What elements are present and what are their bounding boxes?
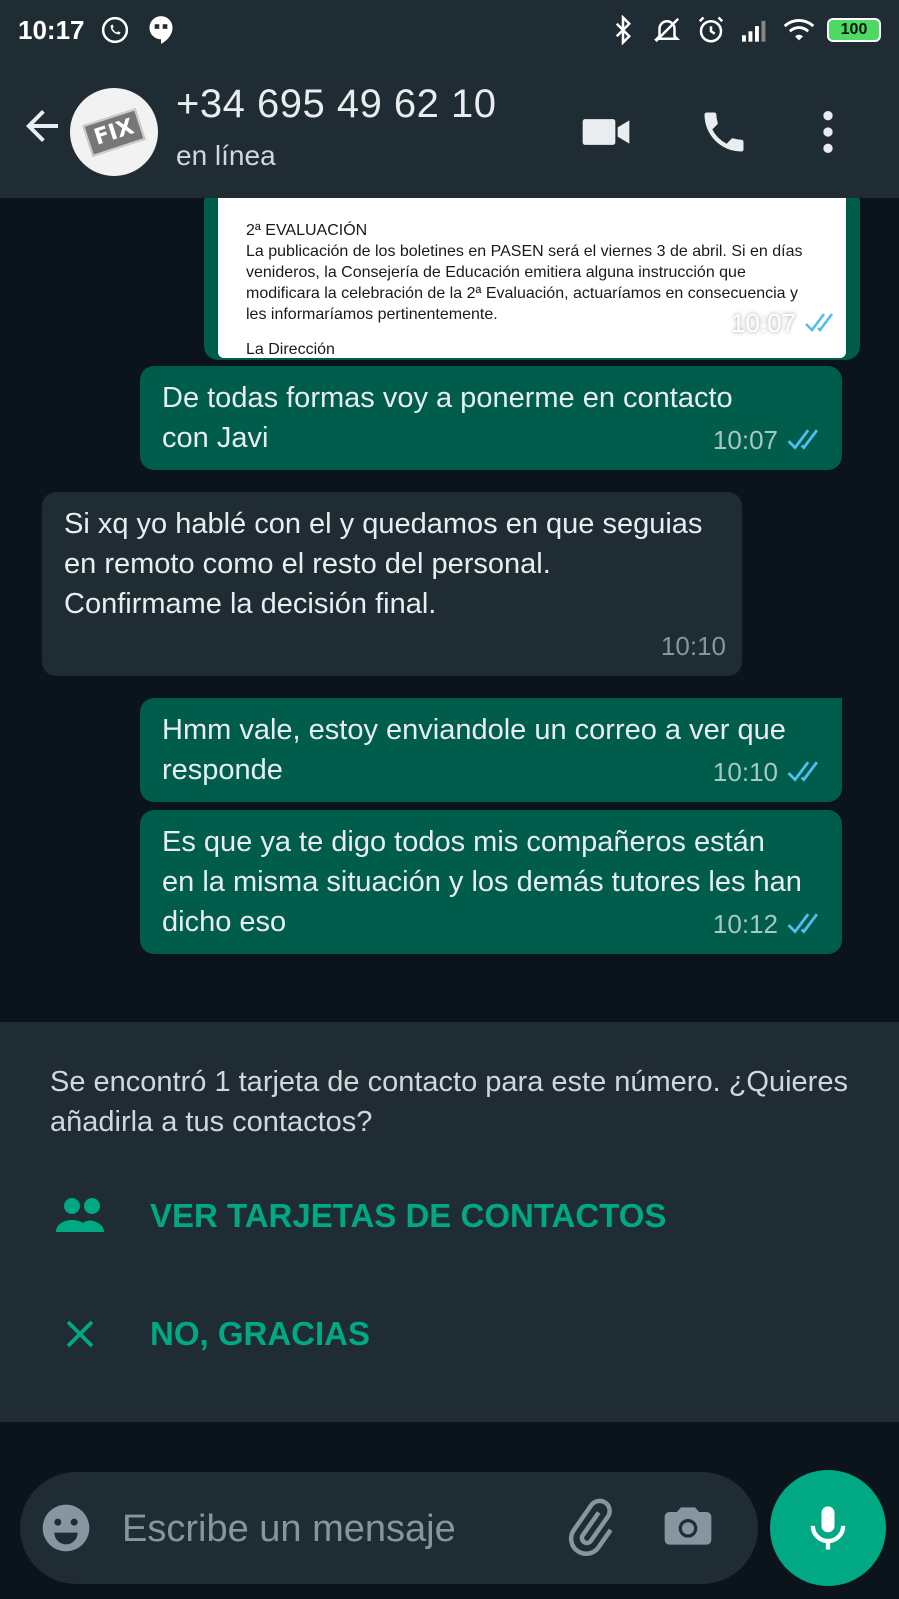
read-ticks-icon: [787, 913, 819, 934]
message-text: Hmm vale, estoy enviandole un correo a v…: [162, 714, 786, 786]
wifi-icon: [783, 14, 815, 46]
message-time: 10:12: [712, 909, 778, 939]
back-arrow-icon: [26, 110, 58, 142]
emoji-icon: [42, 1504, 90, 1552]
close-icon: [50, 1304, 110, 1364]
message-text: Es que ya te digo todos mis compañeros e…: [162, 826, 802, 938]
message-meta: 10:10: [713, 752, 826, 792]
phone-icon: [704, 112, 744, 152]
paperclip-icon: [568, 1498, 613, 1556]
message-meta: 10:12: [713, 904, 826, 944]
video-call-icon: [582, 119, 630, 145]
contact-card-prompt: Se encontró 1 tarjeta de contacto para e…: [0, 1022, 899, 1422]
avatar-logo: FIX: [82, 107, 146, 157]
status-time: 10:17: [18, 14, 85, 45]
voice-message-button[interactable]: [770, 1470, 886, 1586]
message-input[interactable]: [120, 1492, 544, 1566]
incoming-message[interactable]: Si xq yo hablé con el y quedamos en que …: [42, 492, 742, 676]
input-bar: [0, 1422, 899, 1599]
message-text: Si xq yo hablé con el y quedamos en que …: [64, 508, 703, 620]
signal-icon: [739, 14, 771, 46]
read-ticks-icon: [787, 761, 819, 782]
contact-name[interactable]: +34 695 49 62 10: [176, 82, 497, 127]
whatsapp-icon: [99, 14, 131, 46]
more-options-button[interactable]: [800, 104, 856, 160]
contact-status: en línea: [176, 140, 276, 171]
image-message[interactable]: 2ª EVALUACIÓN La publicación de los bole…: [204, 198, 860, 360]
emoji-button[interactable]: [38, 1500, 94, 1556]
avatar[interactable]: FIX: [70, 88, 158, 176]
message-time: 10:07: [730, 308, 796, 338]
bluetooth-icon: [607, 14, 639, 46]
outgoing-message[interactable]: De todas formas voy a ponerme en contact…: [140, 366, 842, 470]
no-thanks-button[interactable]: NO, GRACIAS: [50, 1304, 370, 1364]
camera-icon: [664, 1507, 712, 1545]
view-contact-cards-button[interactable]: VER TARJETAS DE CONTACTOS: [50, 1186, 666, 1246]
microphone-icon: [810, 1506, 846, 1550]
message-composer: [20, 1472, 758, 1584]
voice-call-button[interactable]: [696, 104, 752, 160]
view-contact-cards-label: VER TARJETAS DE CONTACTOS: [150, 1197, 667, 1234]
chat-header: FIX +34 695 49 62 10 en línea: [0, 60, 899, 198]
mute-icon: [651, 14, 683, 46]
chat-area[interactable]: 2ª EVALUACIÓN La publicación de los bole…: [0, 198, 899, 1022]
camera-button[interactable]: [660, 1498, 720, 1558]
message-time: 10:07: [712, 425, 778, 455]
alarm-icon: [695, 14, 727, 46]
read-ticks-icon: [805, 313, 834, 332]
battery-icon: 100: [827, 18, 881, 42]
attach-button[interactable]: [560, 1498, 620, 1558]
message-text: De todas formas voy a ponerme en contact…: [162, 382, 733, 454]
prompt-text: Se encontró 1 tarjeta de contacto para e…: [50, 1066, 848, 1138]
no-thanks-label: NO, GRACIAS: [150, 1315, 371, 1352]
video-call-button[interactable]: [578, 104, 634, 160]
status-bar: 10:17 100: [0, 0, 899, 60]
message-meta: 10:07: [731, 303, 840, 343]
message-time: 10:10: [712, 757, 778, 787]
message-meta: 10:10: [661, 626, 726, 666]
back-button[interactable]: [18, 102, 66, 150]
outgoing-message[interactable]: Es que ya te digo todos mis compañeros e…: [140, 810, 842, 954]
message-time: 10:10: [660, 631, 726, 661]
hangouts-icon: [145, 14, 177, 46]
outgoing-message[interactable]: Hmm vale, estoy enviandole un correo a v…: [140, 698, 842, 802]
message-meta: 10:07: [713, 420, 826, 460]
doc-title: 2ª EVALUACIÓN: [246, 222, 368, 239]
group-icon: [50, 1186, 110, 1246]
more-vert-icon: [823, 111, 833, 153]
read-ticks-icon: [787, 429, 819, 450]
